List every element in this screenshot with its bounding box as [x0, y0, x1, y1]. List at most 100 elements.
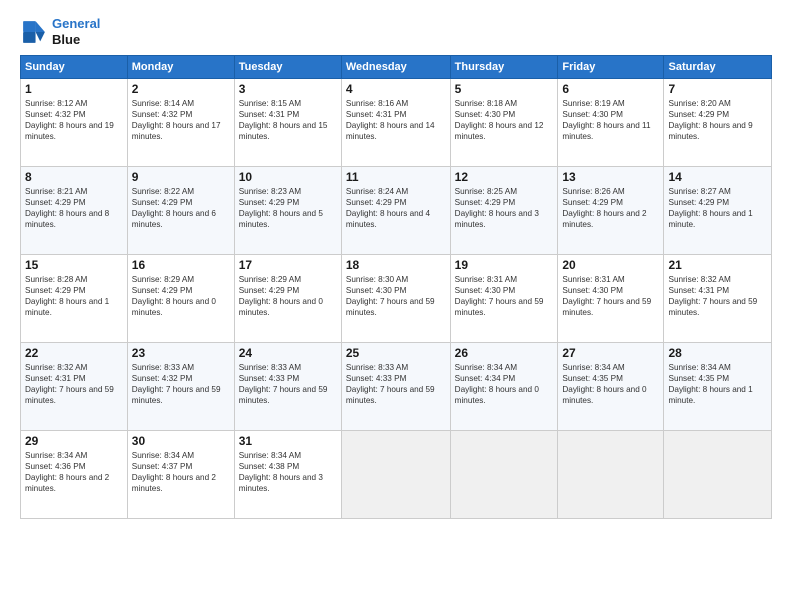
day-number: 18	[346, 258, 446, 272]
day-number: 8	[25, 170, 123, 184]
day-number: 1	[25, 82, 123, 96]
day-number: 31	[239, 434, 337, 448]
day-info: Sunrise: 8:30 AMSunset: 4:30 PMDaylight:…	[346, 274, 446, 318]
day-header-sunday: Sunday	[21, 56, 128, 79]
calendar-cell: 22 Sunrise: 8:32 AMSunset: 4:31 PMDayligh…	[21, 343, 128, 431]
calendar-week-5: 29 Sunrise: 8:34 AMSunset: 4:36 PMDayligh…	[21, 431, 772, 519]
day-info: Sunrise: 8:34 AMSunset: 4:36 PMDaylight:…	[25, 450, 123, 494]
calendar-cell: 3 Sunrise: 8:15 AMSunset: 4:31 PMDaylight…	[234, 79, 341, 167]
day-number: 9	[132, 170, 230, 184]
day-info: Sunrise: 8:34 AMSunset: 4:37 PMDaylight:…	[132, 450, 230, 494]
day-number: 21	[668, 258, 767, 272]
day-number: 10	[239, 170, 337, 184]
day-number: 6	[562, 82, 659, 96]
day-number: 30	[132, 434, 230, 448]
day-info: Sunrise: 8:31 AMSunset: 4:30 PMDaylight:…	[455, 274, 554, 318]
day-number: 22	[25, 346, 123, 360]
calendar-cell: 17Sunrise: 8:29 AMSunset: 4:29 PMDayligh…	[234, 255, 341, 343]
calendar-cell	[558, 431, 664, 519]
calendar-cell: 16 Sunrise: 8:29 AMSunset: 4:29 PMDayligh…	[127, 255, 234, 343]
day-number: 2	[132, 82, 230, 96]
day-number: 24	[239, 346, 337, 360]
calendar-cell: 26Sunrise: 8:34 AMSunset: 4:34 PMDayligh…	[450, 343, 558, 431]
calendar-cell	[450, 431, 558, 519]
day-number: 17	[239, 258, 337, 272]
calendar-cell: 12Sunrise: 8:25 AMSunset: 4:29 PMDayligh…	[450, 167, 558, 255]
calendar-cell: 6 Sunrise: 8:19 AMSunset: 4:30 PMDaylight…	[558, 79, 664, 167]
day-number: 27	[562, 346, 659, 360]
calendar-cell: 27 Sunrise: 8:34 AMSunset: 4:35 PMDayligh…	[558, 343, 664, 431]
day-info: Sunrise: 8:34 AMSunset: 4:35 PMDaylight:…	[668, 362, 767, 406]
logo-text: General Blue	[52, 16, 100, 47]
day-info: Sunrise: 8:33 AMSunset: 4:33 PMDaylight:…	[239, 362, 337, 406]
day-info: Sunrise: 8:33 AMSunset: 4:32 PMDaylight:…	[132, 362, 230, 406]
day-number: 15	[25, 258, 123, 272]
calendar-cell: 24 Sunrise: 8:33 AMSunset: 4:33 PMDayligh…	[234, 343, 341, 431]
day-info: Sunrise: 8:22 AMSunset: 4:29 PMDaylight:…	[132, 186, 230, 230]
day-header-monday: Monday	[127, 56, 234, 79]
day-number: 12	[455, 170, 554, 184]
header: General Blue	[20, 16, 772, 47]
day-info: Sunrise: 8:33 AMSunset: 4:33 PMDaylight:…	[346, 362, 446, 406]
calendar-cell: 5 Sunrise: 8:18 AMSunset: 4:30 PMDaylight…	[450, 79, 558, 167]
calendar-cell: 29 Sunrise: 8:34 AMSunset: 4:36 PMDayligh…	[21, 431, 128, 519]
day-number: 14	[668, 170, 767, 184]
day-info: Sunrise: 8:34 AMSunset: 4:38 PMDaylight:…	[239, 450, 337, 494]
day-info: Sunrise: 8:23 AMSunset: 4:29 PMDaylight:…	[239, 186, 337, 230]
day-number: 5	[455, 82, 554, 96]
day-number: 3	[239, 82, 337, 96]
day-number: 20	[562, 258, 659, 272]
day-number: 28	[668, 346, 767, 360]
calendar-cell: 11Sunrise: 8:24 AMSunset: 4:29 PMDayligh…	[341, 167, 450, 255]
calendar-cell: 23 Sunrise: 8:33 AMSunset: 4:32 PMDayligh…	[127, 343, 234, 431]
day-number: 16	[132, 258, 230, 272]
day-info: Sunrise: 8:26 AMSunset: 4:29 PMDaylight:…	[562, 186, 659, 230]
calendar-week-1: 1 Sunrise: 8:12 AMSunset: 4:32 PMDaylight…	[21, 79, 772, 167]
day-number: 11	[346, 170, 446, 184]
day-info: Sunrise: 8:31 AMSunset: 4:30 PMDaylight:…	[562, 274, 659, 318]
logo: General Blue	[20, 16, 100, 47]
day-header-saturday: Saturday	[664, 56, 772, 79]
day-info: Sunrise: 8:32 AMSunset: 4:31 PMDaylight:…	[668, 274, 767, 318]
calendar-cell: 30 Sunrise: 8:34 AMSunset: 4:37 PMDayligh…	[127, 431, 234, 519]
calendar-cell: 1 Sunrise: 8:12 AMSunset: 4:32 PMDaylight…	[21, 79, 128, 167]
day-info: Sunrise: 8:28 AMSunset: 4:29 PMDaylight:…	[25, 274, 123, 318]
day-number: 7	[668, 82, 767, 96]
calendar-cell	[664, 431, 772, 519]
day-info: Sunrise: 8:21 AMSunset: 4:29 PMDaylight:…	[25, 186, 123, 230]
calendar-cell: 7 Sunrise: 8:20 AMSunset: 4:29 PMDaylight…	[664, 79, 772, 167]
day-number: 4	[346, 82, 446, 96]
day-info: Sunrise: 8:19 AMSunset: 4:30 PMDaylight:…	[562, 98, 659, 142]
calendar-week-4: 22 Sunrise: 8:32 AMSunset: 4:31 PMDayligh…	[21, 343, 772, 431]
calendar-cell: 4 Sunrise: 8:16 AMSunset: 4:31 PMDaylight…	[341, 79, 450, 167]
day-header-tuesday: Tuesday	[234, 56, 341, 79]
day-info: Sunrise: 8:32 AMSunset: 4:31 PMDaylight:…	[25, 362, 123, 406]
day-info: Sunrise: 8:34 AMSunset: 4:35 PMDaylight:…	[562, 362, 659, 406]
day-info: Sunrise: 8:14 AMSunset: 4:32 PMDaylight:…	[132, 98, 230, 142]
day-info: Sunrise: 8:15 AMSunset: 4:31 PMDaylight:…	[239, 98, 337, 142]
calendar-cell: 31 Sunrise: 8:34 AMSunset: 4:38 PMDayligh…	[234, 431, 341, 519]
calendar-table: SundayMondayTuesdayWednesdayThursdayFrid…	[20, 55, 772, 519]
calendar-cell: 9 Sunrise: 8:22 AMSunset: 4:29 PMDaylight…	[127, 167, 234, 255]
page: General Blue SundayMondayTuesdayWednesda…	[0, 0, 792, 612]
day-info: Sunrise: 8:18 AMSunset: 4:30 PMDaylight:…	[455, 98, 554, 142]
day-info: Sunrise: 8:20 AMSunset: 4:29 PMDaylight:…	[668, 98, 767, 142]
day-info: Sunrise: 8:29 AMSunset: 4:29 PMDaylight:…	[132, 274, 230, 318]
day-number: 23	[132, 346, 230, 360]
calendar-cell: 28 Sunrise: 8:34 AMSunset: 4:35 PMDayligh…	[664, 343, 772, 431]
calendar-week-2: 8 Sunrise: 8:21 AMSunset: 4:29 PMDaylight…	[21, 167, 772, 255]
day-number: 29	[25, 434, 123, 448]
calendar-cell: 2 Sunrise: 8:14 AMSunset: 4:32 PMDaylight…	[127, 79, 234, 167]
day-header-wednesday: Wednesday	[341, 56, 450, 79]
day-info: Sunrise: 8:12 AMSunset: 4:32 PMDaylight:…	[25, 98, 123, 142]
day-info: Sunrise: 8:16 AMSunset: 4:31 PMDaylight:…	[346, 98, 446, 142]
calendar-cell: 21 Sunrise: 8:32 AMSunset: 4:31 PMDayligh…	[664, 255, 772, 343]
calendar-cell: 20 Sunrise: 8:31 AMSunset: 4:30 PMDayligh…	[558, 255, 664, 343]
calendar-cell: 25Sunrise: 8:33 AMSunset: 4:33 PMDayligh…	[341, 343, 450, 431]
calendar-week-3: 15 Sunrise: 8:28 AMSunset: 4:29 PMDayligh…	[21, 255, 772, 343]
calendar-cell	[341, 431, 450, 519]
day-number: 19	[455, 258, 554, 272]
day-number: 13	[562, 170, 659, 184]
day-number: 26	[455, 346, 554, 360]
calendar-cell: 14Sunrise: 8:27 AMSunset: 4:29 PMDayligh…	[664, 167, 772, 255]
